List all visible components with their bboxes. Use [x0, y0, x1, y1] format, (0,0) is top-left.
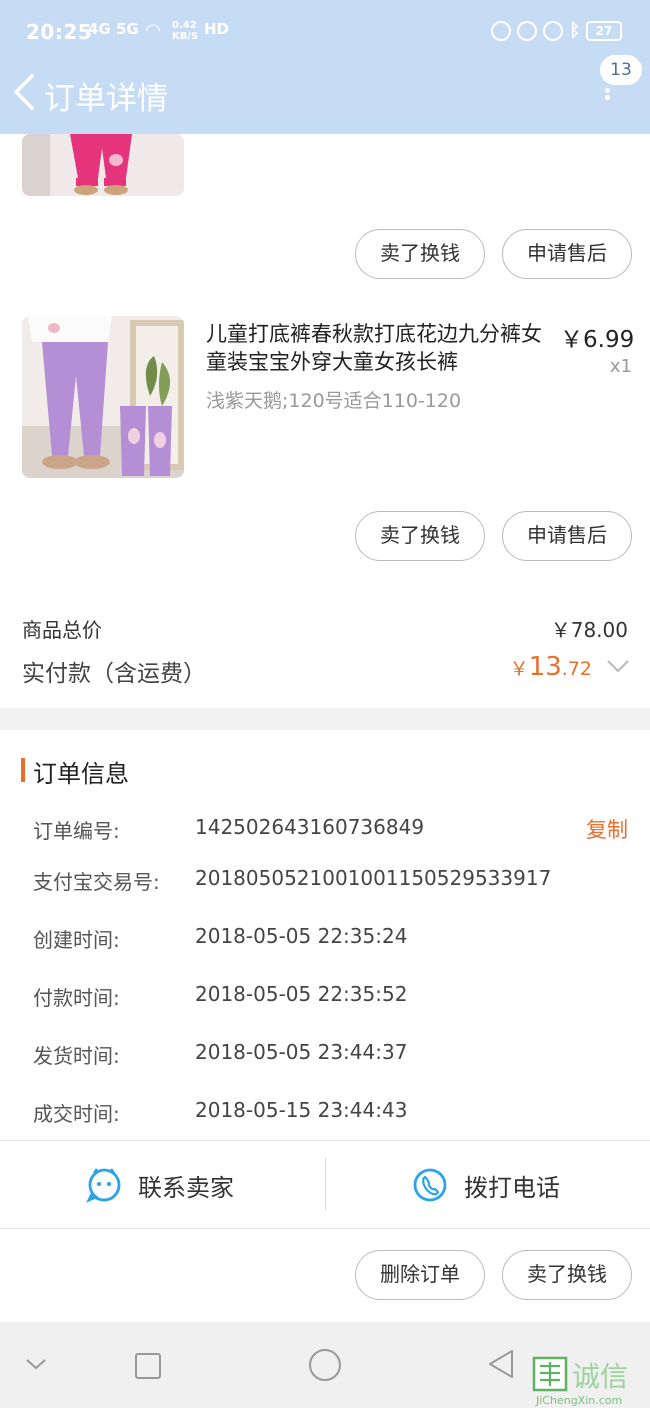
info-key: 创建时间: [33, 928, 120, 952]
order-info-title: 订单信息 [33, 760, 129, 788]
page-title: 订单详情 [44, 81, 168, 117]
divider [0, 1140, 650, 1141]
sell-for-cash-button[interactable]: 卖了换钱 [355, 511, 485, 561]
info-value: 2018-05-05 23:44:37 [195, 1040, 408, 1064]
lock-rotation-icon [517, 20, 538, 41]
paid-amount-label: 实付款（含运费） [22, 661, 206, 687]
status-bar: 20:25 4G 5G ◠ 0.42 KB/S HD ᛒ 27 [0, 0, 650, 66]
watermark-cn-text: 诚信 [572, 1360, 628, 1393]
alipay-trade-row: 支付宝交易号: 2018050521001001150529533917 [33, 866, 633, 896]
product-image-pink-pants [22, 134, 184, 196]
square-icon [135, 1353, 161, 1379]
info-value: 2018-05-15 23:44:43 [195, 1098, 408, 1122]
info-key: 订单编号: [33, 819, 120, 843]
created-time-row: 创建时间: 2018-05-05 22:35:24 [33, 924, 633, 954]
expand-payment-button[interactable] [606, 656, 630, 676]
info-key: 支付宝交易号: [33, 870, 160, 894]
product-price: ￥6.99 [560, 327, 635, 353]
product-image-purple-pants [22, 316, 184, 478]
sell-for-cash-button[interactable]: 卖了换钱 [502, 1250, 632, 1300]
nav-hide-button[interactable] [24, 1356, 48, 1376]
info-value: 2018-05-05 22:35:24 [195, 924, 408, 948]
product-image[interactable] [22, 316, 184, 478]
info-value: 2018-05-05 22:35:52 [195, 982, 408, 1006]
section-accent-bar [21, 758, 25, 782]
product-sku: 浅紫天鹅;120号适合110-120 [206, 390, 462, 412]
info-key: 付款时间: [33, 986, 120, 1010]
sell-for-cash-button[interactable]: 卖了换钱 [355, 229, 485, 279]
paid-integer: 13 [528, 652, 562, 682]
paid-amount-value: ￥13.72 [510, 652, 592, 682]
watermark-en-text: JiChengXin.com [535, 1394, 622, 1407]
goods-total-value: ￥78.00 [550, 618, 628, 642]
call-phone-button[interactable]: 拨打电话 [412, 1142, 560, 1228]
wifi-icon: ◠ [146, 20, 160, 41]
info-key: 发货时间: [33, 1044, 120, 1068]
product-image[interactable] [22, 134, 184, 196]
completed-time-row: 成交时间: 2018-05-15 23:44:43 [33, 1098, 633, 1128]
product-title[interactable]: 儿童打底裤春秋款打底花边九分裤女童装宝宝外穿大童女孩长裤 [206, 320, 556, 376]
app-header: 20:25 4G 5G ◠ 0.42 KB/S HD ᛒ 27 订单详情 13 [0, 0, 650, 134]
request-after-sales-button[interactable]: 申请售后 [502, 511, 632, 561]
product-quantity: x1 [609, 356, 632, 377]
call-phone-label: 拨打电话 [464, 1173, 560, 1202]
nfc-icon [491, 20, 512, 41]
triangle-back-icon [489, 1350, 513, 1378]
status-right-icons: ᛒ 27 [491, 20, 622, 41]
info-value: 2018050521001001150529533917 [195, 866, 552, 890]
nav-home-button[interactable] [308, 1348, 342, 1386]
paid-decimal: .72 [561, 658, 592, 680]
info-key: 成交时间: [33, 1102, 120, 1126]
divider [0, 1228, 650, 1229]
paid-currency: ￥ [509, 658, 529, 680]
hd-badge: HD [204, 20, 230, 38]
message-count-badge[interactable]: 13 [600, 55, 642, 85]
paid-time-row: 付款时间: 2018-05-05 22:35:52 [33, 982, 633, 1012]
info-value: 142502643160736849 [195, 815, 425, 839]
chat-bubble-icon [86, 1168, 121, 1203]
contact-seller-button[interactable]: 联系卖家 [86, 1142, 234, 1228]
status-time: 20:25 [26, 20, 93, 44]
chevron-down-icon [26, 1359, 46, 1370]
nav-back-button[interactable] [486, 1348, 516, 1384]
vertical-divider [325, 1158, 326, 1210]
goods-total-label: 商品总价 [22, 618, 102, 642]
shipped-time-row: 发货时间: 2018-05-05 23:44:37 [33, 1040, 633, 1070]
more-dot-icon [604, 95, 610, 100]
circle-icon [309, 1349, 341, 1381]
chevron-down-icon [607, 660, 629, 673]
section-divider [0, 708, 650, 730]
network-speed: 0.42 KB/S [172, 20, 199, 42]
alarm-icon [543, 20, 564, 41]
jichengxin-logo: 诚信 JiChengXin.com [532, 1356, 628, 1407]
chevron-left-icon [14, 74, 34, 110]
bluetooth-icon: ᛒ [569, 20, 580, 41]
battery-level: 27 [595, 23, 613, 38]
order-detail-page: 20:25 4G 5G ◠ 0.42 KB/S HD ᛒ 27 订单详情 13 [0, 0, 650, 1408]
nav-recents-button[interactable] [134, 1352, 162, 1384]
more-dot-icon [604, 88, 610, 93]
contact-seller-label: 联系卖家 [138, 1173, 234, 1202]
more-options-button[interactable] [600, 86, 614, 110]
battery-icon: 27 [586, 20, 622, 41]
phone-icon [413, 1168, 447, 1202]
signal-indicator: 4G 5G [88, 20, 139, 38]
delete-order-button[interactable]: 删除订单 [355, 1250, 485, 1300]
watermark-logo: 诚信 JiChengXin.com [532, 1356, 650, 1408]
order-number-row: 订单编号: 142502643160736849 [33, 815, 633, 845]
request-after-sales-button[interactable]: 申请售后 [502, 229, 632, 279]
back-button[interactable] [10, 72, 40, 112]
